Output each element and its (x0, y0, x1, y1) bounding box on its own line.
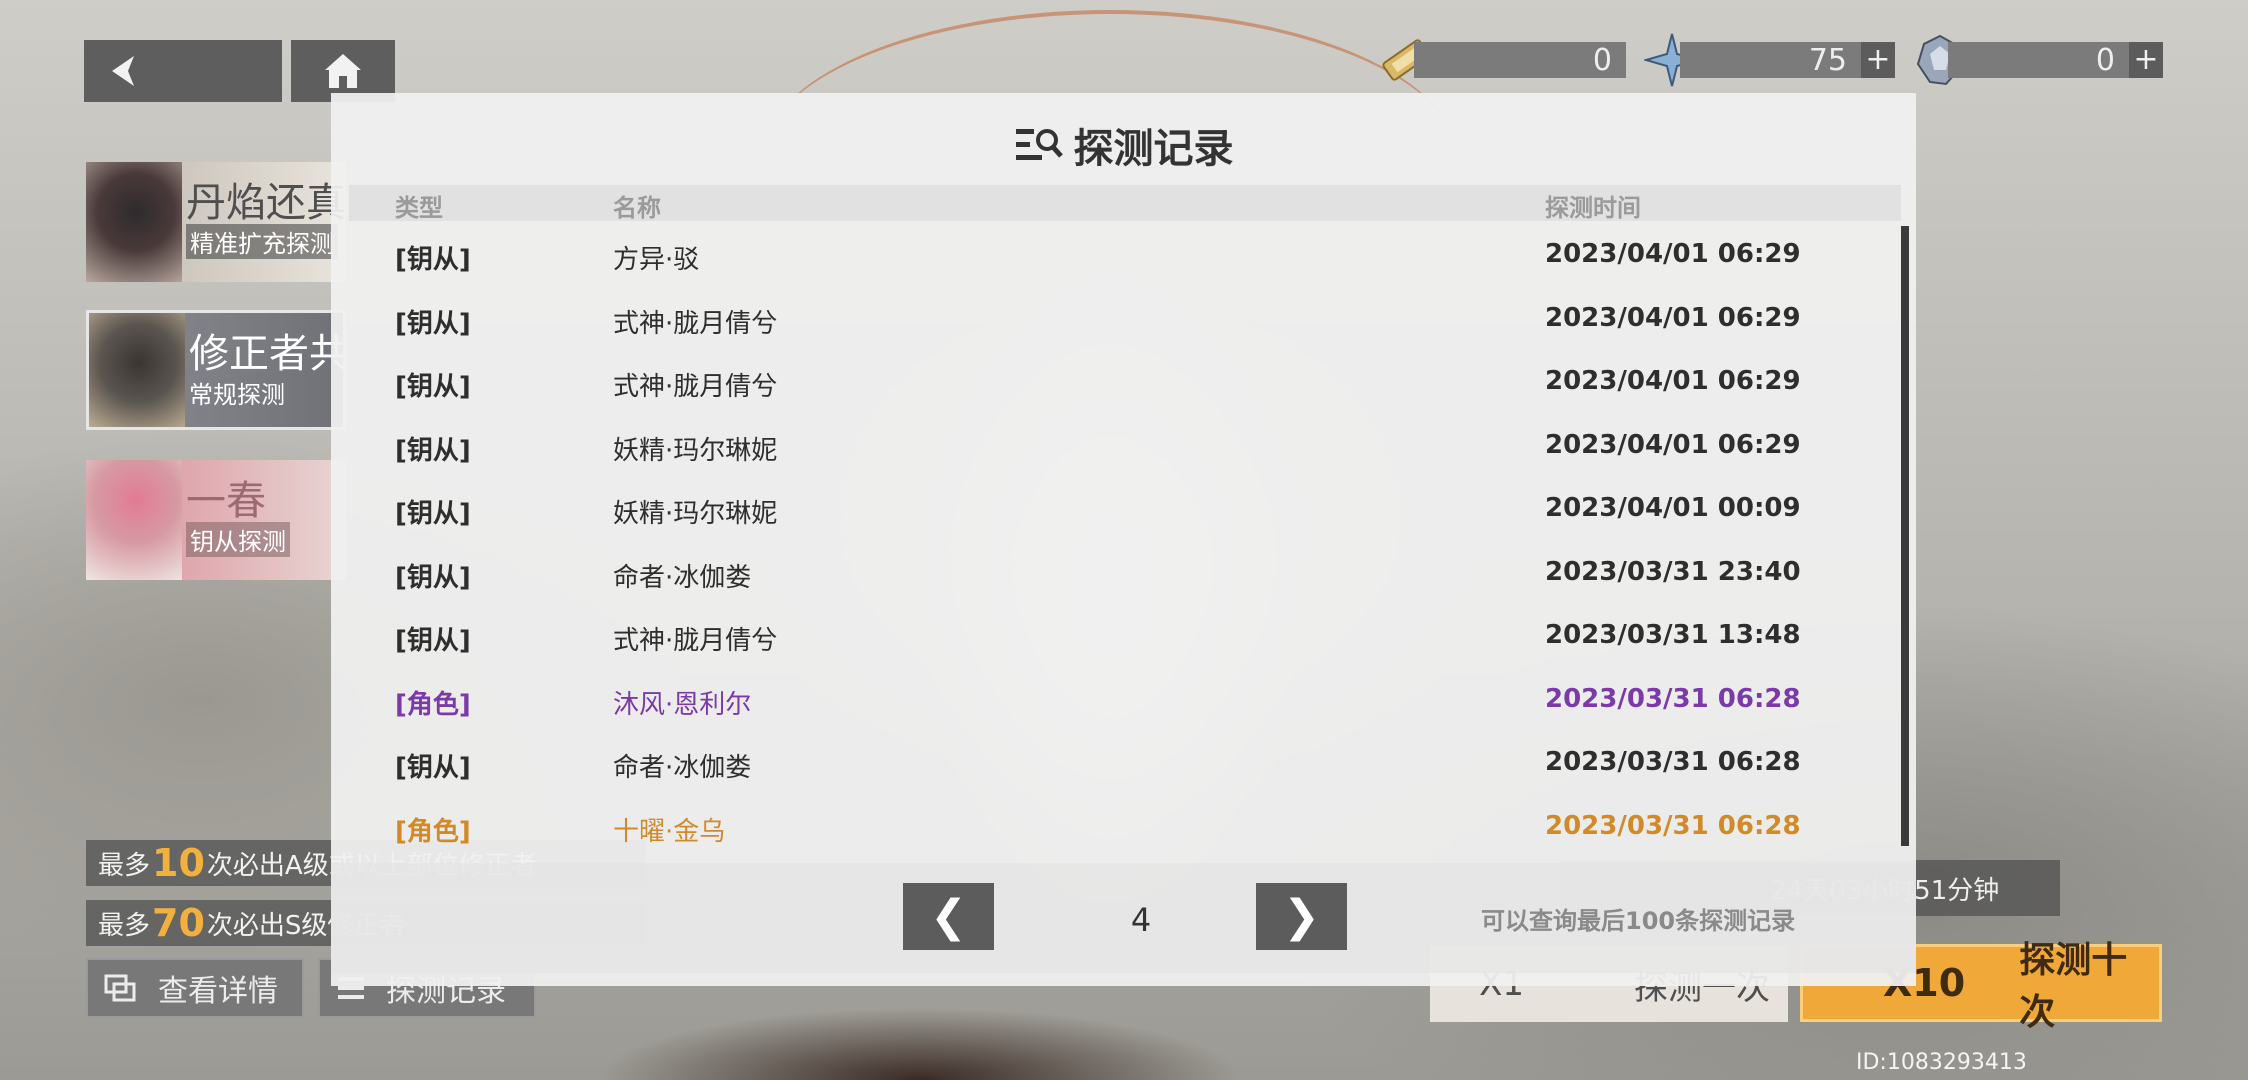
table-row: [钥从] 式神·胧月倩兮 2023/03/31 13:48 (349, 604, 1879, 668)
banner-avatar (89, 313, 185, 427)
table-row: [角色] 沐风·恩利尔 2023/03/31 06:28 (349, 668, 1879, 732)
row-time: 2023/04/01 00:09 (1545, 493, 1801, 523)
crystal-add-button[interactable]: + (1861, 42, 1895, 78)
row-name: 妖精·玛尔琳妮 (613, 435, 778, 466)
guarantee-prefix: 最多 (98, 850, 151, 881)
table-header: 类型 名称 探测时间 (349, 185, 1901, 222)
row-time: 2023/03/31 13:48 (1545, 620, 1801, 650)
banner-limited[interactable]: 丹焰还真 精准扩充探测 (86, 162, 346, 282)
home-icon (325, 54, 361, 88)
table-row: [钥从] 式神·胧月倩兮 2023/04/01 06:29 (349, 350, 1879, 414)
player-id: ID:1083293413 (1856, 1050, 2027, 1075)
view-details-label: 查看详情 (158, 974, 278, 1009)
banner-title: 修正者共鸣 (189, 331, 346, 377)
row-time: 2023/04/01 06:29 (1545, 302, 1801, 333)
gem-count: 0 (2095, 42, 2115, 78)
table-row: [钥从] 命者·冰伽娄 2023/03/31 06:28 (349, 731, 1879, 795)
modal-title-bar: 探测记录 (331, 115, 1916, 175)
row-type: [钥从] (395, 753, 471, 783)
row-time: 2023/04/01 06:29 (1545, 366, 1801, 396)
prev-chevron-icon: ❮ (930, 891, 967, 942)
row-name: 命者·冰伽娄 (613, 562, 752, 593)
banner-title: 丹焰还真 (186, 180, 346, 226)
records-table: [钥从] 方异·驳 2023/04/01 06:29 [钥从] 式神·胧月倩兮 … (349, 223, 1879, 858)
ticket-count: 0 (1592, 42, 1612, 78)
banner-subtitle: 常规探测 (189, 381, 285, 409)
back-arrow-icon (112, 56, 134, 86)
table-row: [钥从] 式神·胧月倩兮 2023/04/01 06:29 (349, 287, 1879, 351)
banner-subtitle: 精准扩充探测 (186, 224, 338, 259)
table-row: [钥从] 命者·冰伽娄 2023/03/31 23:40 (349, 541, 1879, 605)
header-name: 名称 (613, 194, 661, 222)
header-time: 探测时间 (1545, 194, 1641, 222)
crystal-count: 75 (1808, 42, 1847, 78)
row-time: 2023/04/01 06:29 (1545, 429, 1801, 460)
row-type: [钥从] (395, 435, 471, 466)
row-name: 方异·驳 (613, 245, 700, 275)
gem-add-button[interactable]: + (2129, 42, 2163, 78)
banner-avatar (86, 162, 182, 282)
row-name: 式神·胧月倩兮 (613, 308, 778, 339)
table-row: [钥从] 妖精·玛尔琳妮 2023/04/01 06:29 (349, 414, 1879, 478)
guarantee-number: 10 (152, 841, 205, 885)
page-number: 4 (1130, 901, 1152, 939)
row-time: 2023/03/31 06:28 (1545, 810, 1801, 841)
row-type: [钥从] (395, 372, 471, 402)
records-modal: 探测记录 类型 名称 探测时间 [钥从] 方异·驳 2023/04/01 06:… (331, 93, 1916, 986)
row-time: 2023/03/31 23:40 (1545, 556, 1801, 587)
banner-title: 一春 (186, 478, 266, 524)
row-type: [钥从] (395, 499, 471, 529)
banner-standard[interactable]: 修正者共鸣 常规探测 (86, 310, 346, 430)
row-type: [钥从] (395, 626, 471, 656)
banner-avatar (86, 460, 182, 580)
banner-subtitle: 钥从探测 (186, 522, 290, 557)
back-button[interactable] (84, 40, 282, 102)
row-name: 命者·冰伽娄 (613, 753, 752, 783)
guarantee-prefix: 最多 (98, 910, 151, 941)
row-name: 式神·胧月倩兮 (613, 372, 778, 402)
row-type: [钥从] (395, 562, 471, 593)
modal-title: 探测记录 (1073, 126, 1234, 172)
row-name: 十曜·金乌 (613, 816, 726, 847)
row-type: [角色] (395, 689, 471, 720)
guarantee-number: 70 (152, 901, 205, 945)
banner-companion[interactable]: 一春 钥从探测 (86, 460, 346, 580)
header-type: 类型 (395, 194, 443, 222)
row-name: 妖精·玛尔琳妮 (613, 499, 778, 529)
crystal-counter: 75 + (1680, 42, 1895, 78)
table-row: [钥从] 方异·驳 2023/04/01 06:29 (349, 223, 1879, 287)
details-icon (104, 974, 136, 1002)
view-details-button[interactable]: 查看详情 (86, 958, 304, 1018)
table-row: [钥从] 妖精·玛尔琳妮 2023/04/01 00:09 (349, 477, 1879, 541)
next-page-button[interactable]: ❯ (1256, 883, 1347, 950)
row-name: 沐风·恩利尔 (613, 689, 752, 720)
prev-page-button[interactable]: ❮ (903, 883, 994, 950)
row-time: 2023/03/31 06:28 (1545, 747, 1801, 777)
row-type: [钥从] (395, 245, 471, 275)
search-list-icon (1014, 125, 1064, 165)
records-scrollbar[interactable] (1901, 226, 1909, 846)
next-chevron-icon: ❯ (1283, 891, 1320, 942)
row-name: 式神·胧月倩兮 (613, 626, 778, 656)
table-row: [角色] 十曜·金乌 2023/03/31 06:28 (349, 795, 1879, 859)
records-limit-note: 可以查询最后100条探测记录 (1481, 907, 1796, 935)
row-type: [钥从] (395, 308, 471, 339)
draw-ten-label: 探测十次 (2019, 940, 2128, 1033)
ticket-counter: 0 (1414, 42, 1626, 78)
row-time: 2023/04/01 06:29 (1545, 239, 1801, 269)
row-time: 2023/03/31 06:28 (1545, 683, 1801, 714)
gem-counter: 0 + (1948, 42, 2163, 78)
row-type: [角色] (395, 816, 471, 847)
